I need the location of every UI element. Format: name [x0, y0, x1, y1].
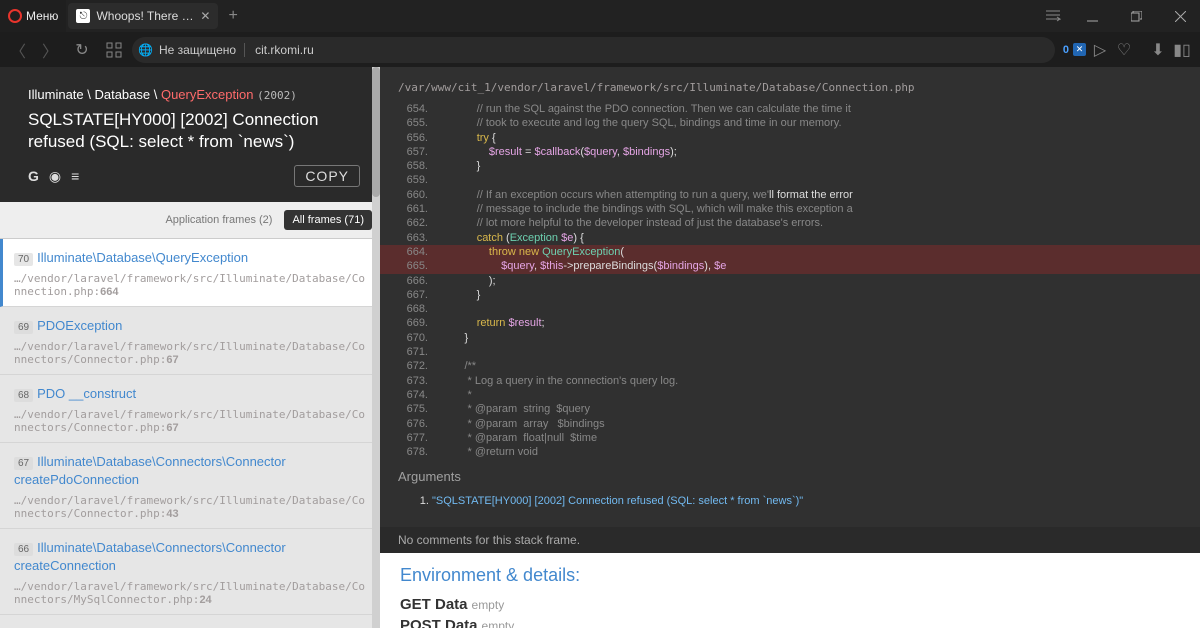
code-line: 671. — [380, 345, 1200, 359]
copy-button[interactable]: COPY — [294, 165, 360, 187]
stack-frame[interactable]: 68PDO __construct…/vendor/laravel/framew… — [0, 375, 380, 443]
code-line: 666. ); — [380, 274, 1200, 288]
tab-application-frames[interactable]: Application frames (2) — [157, 210, 280, 230]
code-line: 667. } — [380, 288, 1200, 302]
download-icon[interactable]: ⬇ — [1148, 40, 1168, 60]
code-line: 658. } — [380, 159, 1200, 173]
sidebar-scrollbar[interactable] — [372, 67, 380, 628]
stack-frame[interactable]: 66Illuminate\Database\Connectors\Connect… — [0, 529, 380, 615]
stack-frames-list[interactable]: 70Illuminate\Database\QueryException…/ve… — [0, 239, 380, 628]
speed-dial-icon[interactable] — [100, 36, 128, 64]
code-line: 665. $query, $this->prepareBindings($bin… — [380, 259, 1200, 273]
menu-label: Меню — [26, 9, 58, 23]
duckduckgo-icon[interactable]: ◉ — [49, 168, 61, 185]
code-line: 668. — [380, 302, 1200, 316]
window-close-button[interactable] — [1160, 0, 1200, 32]
detail-row: GET Dataempty — [400, 596, 1180, 613]
address-bar: 〈 〉 ↻ 🌐 Не защищено cit.rkomi.ru 0 ✕ ▷ ♡… — [0, 32, 1200, 67]
code-line: 672. /** — [380, 359, 1200, 373]
file-path: /var/www/cit_1/vendor/laravel/framework/… — [380, 81, 1200, 102]
code-line: 673. * Log a query in the connection's q… — [380, 374, 1200, 388]
code-line: 654. // run the SQL against the PDO conn… — [380, 102, 1200, 116]
stack-frame[interactable]: 67Illuminate\Database\Connectors\Connect… — [0, 443, 380, 529]
code-line: 660. // If an exception occurs when atte… — [380, 188, 1200, 202]
tab-title: Whoops! There was an err — [96, 9, 194, 23]
browser-titlebar: Меню ⎋ Whoops! There was an err ✕ + — [0, 0, 1200, 32]
stack-frame[interactable]: 69PDOException…/vendor/laravel/framework… — [0, 307, 380, 375]
tab-close-icon[interactable]: ✕ — [200, 9, 210, 23]
code-line: 676. * @param array $bindings — [380, 417, 1200, 431]
opera-logo-icon — [8, 9, 22, 23]
frame-filter-tabs: Application frames (2) All frames (71) — [0, 202, 380, 239]
exception-message: SQLSTATE[HY000] [2002] Connection refuse… — [28, 109, 360, 153]
nav-forward-button[interactable]: 〉 — [36, 36, 64, 64]
browser-tab[interactable]: ⎋ Whoops! There was an err ✕ — [68, 3, 218, 29]
code-line: 661. // message to include the bindings … — [380, 202, 1200, 216]
new-tab-button[interactable]: + — [220, 7, 245, 25]
code-line: 677. * @param float|null $time — [380, 431, 1200, 445]
code-line: 670. } — [380, 331, 1200, 345]
exception-namespace: Illuminate \ Database \ QueryException (… — [28, 87, 360, 103]
code-line: 657. $result = $callback($query, $bindin… — [380, 145, 1200, 159]
blocked-count[interactable]: 0 — [1063, 44, 1069, 56]
detail-row: POST Dataempty — [400, 617, 1180, 628]
shield-badge-icon[interactable]: ✕ — [1073, 43, 1086, 56]
window-minimize-button[interactable] — [1072, 0, 1112, 32]
page-content: Illuminate \ Database \ QueryException (… — [0, 67, 1200, 628]
menu-button[interactable]: Меню — [0, 0, 66, 32]
no-comments-label: No comments for this stack frame. — [380, 527, 1200, 553]
address-bar-actions: 0 ✕ ▷ ♡ ⬇ ▮▯ — [1059, 40, 1196, 60]
exception-actions: G ◉ ≡ COPY — [28, 165, 360, 187]
nav-back-button[interactable]: 〈 — [4, 36, 32, 64]
tab-all-frames[interactable]: All frames (71) — [284, 210, 372, 230]
exception-header: Illuminate \ Database \ QueryException (… — [0, 67, 380, 202]
code-line: 674. * — [380, 388, 1200, 402]
google-search-icon[interactable]: G — [28, 168, 39, 184]
arguments-label: Arguments — [398, 469, 461, 484]
code-line: 662. // lot more helpful to the develope… — [380, 216, 1200, 230]
nav-reload-button[interactable]: ↻ — [68, 36, 96, 64]
code-line: 663. catch (Exception $e) { — [380, 231, 1200, 245]
sidebar-toggle-icon[interactable] — [1038, 8, 1068, 24]
window-maximize-button[interactable] — [1116, 0, 1156, 32]
details-heading: Environment & details: — [400, 565, 1180, 586]
code-line: 664. throw new QueryException( — [380, 245, 1200, 259]
code-viewer: /var/www/cit_1/vendor/laravel/framework/… — [380, 67, 1200, 527]
main-panel[interactable]: /var/www/cit_1/vendor/laravel/framework/… — [380, 67, 1200, 628]
argument-value: "SQLSTATE[HY000] [2002] Connection refus… — [432, 495, 1182, 507]
code-line: 656. try { — [380, 131, 1200, 145]
stack-frame[interactable]: 65Illuminate\Database\Connectors\MySqlCo… — [0, 615, 380, 628]
stack-sidebar: Illuminate \ Database \ QueryException (… — [0, 67, 380, 628]
security-label: Не защищено — [159, 43, 245, 57]
tab-favicon-icon: ⎋ — [76, 9, 90, 23]
code-line: 675. * @param string $query — [380, 402, 1200, 416]
code-line: 655. // took to execute and log the quer… — [380, 116, 1200, 130]
stackoverflow-icon[interactable]: ≡ — [71, 168, 79, 184]
stack-frame[interactable]: 70Illuminate\Database\QueryException…/ve… — [0, 239, 380, 307]
url-text: cit.rkomi.ru — [251, 43, 314, 57]
code-line: 659. — [380, 173, 1200, 187]
details-panel: Environment & details: GET Dataempty POST… — [380, 553, 1200, 628]
send-icon[interactable]: ▷ — [1090, 40, 1110, 60]
heart-icon[interactable]: ♡ — [1114, 40, 1134, 60]
globe-icon: 🌐 — [138, 43, 153, 57]
battery-icon[interactable]: ▮▯ — [1172, 40, 1192, 60]
url-input[interactable]: 🌐 Не защищено cit.rkomi.ru — [132, 37, 1055, 63]
code-line: 669. return $result; — [380, 316, 1200, 330]
code-line: 678. * @return void — [380, 445, 1200, 459]
arguments-section: Arguments "SQLSTATE[HY000] [2002] Connec… — [380, 459, 1200, 517]
